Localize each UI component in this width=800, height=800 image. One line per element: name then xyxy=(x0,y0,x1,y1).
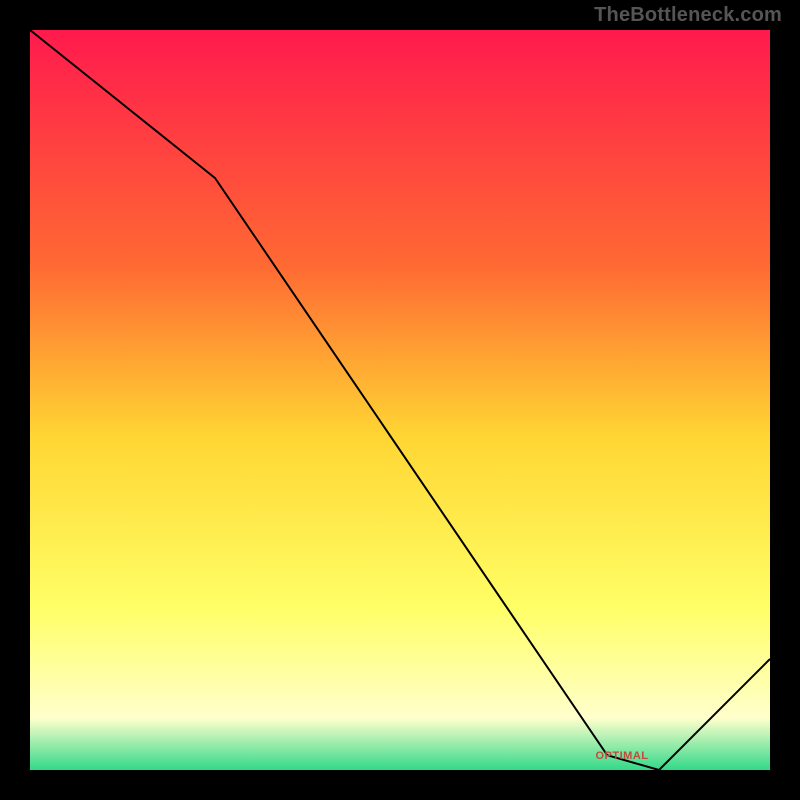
watermark-label: TheBottleneck.com xyxy=(594,4,782,27)
chart-svg: OPTIMAL xyxy=(30,30,770,770)
optimal-label: OPTIMAL xyxy=(596,750,649,762)
gradient-background xyxy=(30,30,770,770)
chart-frame: TheBottleneck.com OPTIMAL xyxy=(0,0,800,800)
plot-area: OPTIMAL xyxy=(30,30,770,770)
